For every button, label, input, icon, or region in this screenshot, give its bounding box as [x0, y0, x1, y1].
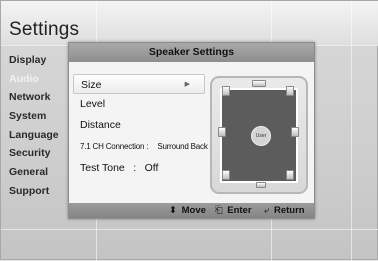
enter-hint[interactable]: ⎗ Enter: [215, 203, 252, 218]
move-hint-label: Move: [181, 205, 206, 216]
settings-side-menu: Display Audio Network System Language Se…: [9, 51, 69, 201]
side-item-display[interactable]: Display: [9, 51, 69, 70]
surround-back-left-speaker-icon: [222, 170, 230, 180]
enter-hint-label: Enter: [227, 205, 252, 216]
enter-icon: ⎗: [215, 205, 223, 216]
listener-marker: User: [251, 126, 271, 146]
option-size-label: Size: [81, 79, 102, 91]
settings-screen: Settings Display Audio Network System La…: [0, 0, 378, 261]
speaker-settings-dialog: Speaker Settings Size ▶ Level Distance 7…: [68, 42, 315, 219]
side-item-network[interactable]: Network: [9, 88, 69, 107]
option-distance[interactable]: Distance: [73, 115, 205, 135]
speaker-layout-diagram: User: [210, 76, 308, 194]
side-item-audio[interactable]: Audio: [9, 70, 69, 89]
return-hint-label: Return: [273, 205, 305, 216]
move-hint: ⬍ Move: [169, 203, 206, 218]
triangle-right-icon: ▶: [184, 81, 190, 88]
option-size[interactable]: Size ▶: [73, 74, 205, 94]
option-distance-label: Distance: [80, 119, 121, 131]
option-test-tone-label: Test Tone: [80, 162, 125, 174]
subwoofer-icon: [256, 182, 266, 188]
side-item-support[interactable]: Support: [9, 182, 69, 201]
option-connection-value: Surround Back: [157, 142, 208, 151]
surround-left-speaker-icon: [218, 127, 226, 137]
option-level[interactable]: Level: [73, 94, 205, 114]
side-item-general[interactable]: General: [9, 163, 69, 182]
page-title: Settings: [9, 19, 80, 40]
option-test-tone-separator: :: [133, 162, 137, 174]
dialog-title: Speaker Settings: [69, 43, 314, 62]
grid-line: [351, 1, 352, 261]
front-right-speaker-icon: [286, 86, 294, 96]
dialog-footer: ⬍ Move ⎗ Enter ⤶ Return: [69, 203, 314, 218]
surround-back-right-speaker-icon: [286, 170, 294, 180]
option-level-label: Level: [80, 98, 106, 110]
center-speaker-icon: [252, 80, 266, 87]
updown-arrow-icon: ⬍: [169, 205, 177, 216]
option-7-1-ch-connection[interactable]: 7.1 CH Connection : Surround Back: [73, 137, 208, 157]
return-icon: ⤶: [264, 205, 270, 216]
side-item-system[interactable]: System: [9, 107, 69, 126]
room-floor: User: [220, 88, 298, 183]
option-connection-label: 7.1 CH Connection :: [80, 142, 149, 151]
option-test-tone[interactable]: Test Tone : Off: [73, 158, 205, 178]
side-item-language[interactable]: Language: [9, 126, 69, 145]
front-left-speaker-icon: [222, 86, 230, 96]
option-test-tone-value: Off: [144, 162, 159, 174]
side-item-security[interactable]: Security: [9, 144, 69, 163]
return-hint[interactable]: ⤶ Return: [264, 203, 305, 218]
grid-line: [1, 229, 378, 230]
surround-right-speaker-icon: [291, 127, 299, 137]
